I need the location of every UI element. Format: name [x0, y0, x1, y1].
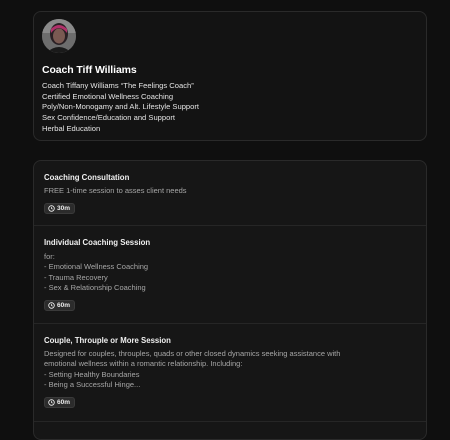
- profile-card: Coach Tiff Williams Coach Tiffany Willia…: [33, 11, 427, 141]
- duration-badge: 60m: [44, 397, 76, 408]
- clock-icon: [48, 399, 55, 406]
- bio-line: Poly/Non-Monogamy and Alt. Lifestyle Sup…: [42, 102, 200, 112]
- event-description: Designed for couples, throuples, quads o…: [44, 349, 341, 389]
- event-types-list: Coaching Consultation FREE 1-time sessio…: [33, 160, 427, 440]
- bio-line: Sex Confidence/Education and Support: [42, 113, 175, 123]
- event-title: Coaching Consultation: [44, 173, 130, 182]
- bio-line: Certified Emotional Wellness Coaching: [42, 91, 174, 101]
- avatar: [42, 19, 76, 53]
- duration-badge: 30m: [44, 203, 76, 214]
- duration-label: 30m: [57, 205, 71, 212]
- clock-icon: [48, 302, 55, 309]
- duration-badge: 60m: [44, 300, 76, 311]
- clock-icon: [48, 205, 55, 212]
- user-photo-icon: [42, 19, 76, 53]
- event-item-individual-coaching[interactable]: Individual Coaching Session for: - Emoti…: [34, 226, 426, 324]
- profile-bio: Coach Tiffany Williams “The Feelings Coa…: [42, 81, 199, 135]
- event-description: for: - Emotional Wellness Coaching - Tra…: [44, 252, 149, 292]
- event-title: Individual Coaching Session: [44, 238, 151, 247]
- bio-line: Coach Tiffany Williams “The Feelings Coa…: [42, 81, 194, 90]
- bio-line: Herbal Education: [42, 123, 101, 133]
- event-description: FREE 1-time session to asses client need…: [44, 186, 187, 195]
- event-title: Couple, Throuple or More Session: [44, 336, 171, 345]
- duration-label: 60m: [57, 399, 71, 406]
- event-item-couple-session[interactable]: Couple, Throuple or More Session Designe…: [34, 324, 426, 422]
- profile-name: Coach Tiff Williams: [42, 64, 137, 76]
- event-item-coaching-consultation[interactable]: Coaching Consultation FREE 1-time sessio…: [34, 161, 426, 226]
- duration-label: 60m: [57, 302, 71, 309]
